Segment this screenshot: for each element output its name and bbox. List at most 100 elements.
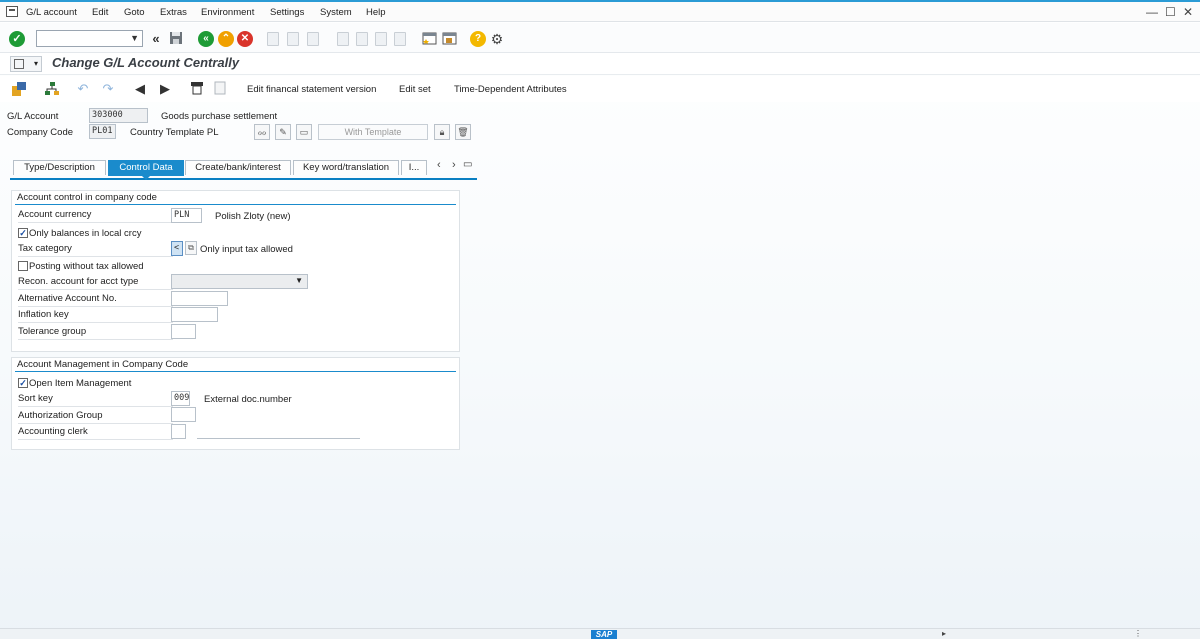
account-currency-field[interactable]: PLN: [171, 208, 202, 223]
gl-account-label: G/L Account: [7, 111, 59, 122]
recon-account-label: Recon. account for acct type: [18, 275, 173, 290]
gl-account-field[interactable]: 303000: [89, 108, 148, 123]
next-page-icon[interactable]: [375, 32, 387, 46]
menu-settings[interactable]: Settings: [270, 7, 304, 18]
new-session-icon[interactable]: [421, 31, 437, 47]
company-code-label: Company Code: [7, 127, 74, 138]
status-more-icon[interactable]: ⋮: [1134, 629, 1142, 638]
account-control-title: Account control in company code: [17, 192, 157, 203]
edit-fs-version-button[interactable]: Edit financal statement version: [247, 84, 376, 95]
last-page-icon[interactable]: [394, 32, 406, 46]
company-code-description: Country Template PL: [130, 127, 219, 138]
inflation-key-label: Inflation key: [18, 308, 173, 323]
save-icon[interactable]: [168, 31, 184, 47]
find-next-icon[interactable]: [307, 32, 319, 46]
status-play-icon[interactable]: ▸: [942, 629, 946, 638]
print-icon[interactable]: [267, 32, 279, 46]
other-object-icon[interactable]: [11, 81, 27, 97]
menu-gl-account[interactable]: G/L account: [26, 7, 77, 18]
sort-key-description: External doc.number: [204, 394, 292, 405]
open-item-checkbox[interactable]: ✓: [18, 378, 28, 388]
print-preview-icon[interactable]: [189, 81, 205, 97]
menu-system[interactable]: System: [320, 7, 352, 18]
hierarchy-icon[interactable]: [44, 81, 60, 97]
account-management-title: Account Management in Company Code: [17, 359, 189, 370]
back-icon[interactable]: «: [198, 31, 214, 47]
shortcut-icon[interactable]: [441, 31, 457, 47]
settings-icon[interactable]: ⚙: [489, 31, 505, 47]
prev-page-icon[interactable]: [356, 32, 368, 46]
posting-without-tax-label: Posting without tax allowed: [29, 261, 144, 272]
application-toolbar: ↶ ↷ ◀ ▶ Edit financal statement version …: [0, 76, 1200, 102]
accounting-clerk-field[interactable]: [171, 424, 186, 439]
undo-icon[interactable]: ↶: [75, 81, 91, 97]
title-menu-button[interactable]: ▾: [10, 56, 42, 72]
tab-scroll-left-icon[interactable]: ‹: [437, 159, 441, 171]
value-help-icon[interactable]: ⧉: [185, 241, 197, 255]
tab-create-bank-interest[interactable]: Create/bank/interest: [185, 160, 291, 175]
previous-icon[interactable]: ◀: [132, 81, 148, 97]
maximize-icon[interactable]: ☐: [1165, 6, 1176, 18]
check-icon[interactable]: ✓: [9, 31, 25, 47]
tab-strip: Type/Description Control Data Create/ban…: [10, 158, 477, 180]
authorization-group-label: Authorization Group: [18, 409, 173, 424]
edit-set-button[interactable]: Edit set: [399, 84, 431, 95]
minimize-icon[interactable]: —: [1146, 6, 1158, 18]
tab-scroll-right-icon[interactable]: ›: [452, 159, 456, 171]
pencil-icon[interactable]: ✎: [275, 124, 291, 140]
chevron-down-icon: ▾: [33, 59, 38, 68]
recon-account-select[interactable]: ▼: [171, 274, 308, 289]
menu-help[interactable]: Help: [366, 7, 386, 18]
document-icon[interactable]: [212, 81, 228, 97]
menu-environment[interactable]: Environment: [201, 7, 254, 18]
redo-icon[interactable]: ↷: [100, 81, 116, 97]
back-double-icon[interactable]: «: [148, 31, 164, 47]
accounting-clerk-label: Accounting clerk: [18, 425, 173, 440]
with-template-button[interactable]: With Template: [318, 124, 428, 140]
open-item-label: Open Item Management: [29, 378, 132, 389]
group-divider: [15, 371, 456, 372]
only-balances-label: Only balances in local crcy: [29, 228, 142, 239]
menu-goto[interactable]: Goto: [124, 7, 145, 18]
sort-key-field[interactable]: 009: [171, 391, 190, 406]
create-document-icon[interactable]: ▭: [296, 124, 312, 140]
account-management-group: Account Management in Company Code ✓ Ope…: [11, 357, 460, 450]
chevron-down-icon[interactable]: ▼: [130, 33, 139, 43]
time-dependent-attributes-button[interactable]: Time-Dependent Attributes: [454, 84, 567, 95]
system-menu-icon[interactable]: [6, 6, 18, 17]
lock-icon[interactable]: 🔒︎: [434, 124, 450, 140]
help-icon[interactable]: ?: [470, 31, 486, 47]
first-page-icon[interactable]: [337, 32, 349, 46]
tolerance-group-field[interactable]: [171, 324, 196, 339]
account-control-group: Account control in company code Account …: [11, 190, 460, 352]
tax-category-label: Tax category: [18, 242, 173, 257]
posting-without-tax-checkbox[interactable]: [18, 261, 28, 271]
close-icon[interactable]: ✕: [1183, 6, 1193, 18]
display-glasses-icon[interactable]: ℴℴ: [254, 124, 270, 140]
menu-edit[interactable]: Edit: [92, 7, 108, 18]
menu-extras[interactable]: Extras: [160, 7, 187, 18]
tab-list-icon[interactable]: ▭: [463, 159, 472, 170]
trash-icon[interactable]: 🗑︎: [455, 124, 471, 140]
alt-account-field[interactable]: [171, 291, 228, 306]
exit-icon[interactable]: ⌃: [218, 31, 234, 47]
next-icon[interactable]: ▶: [157, 81, 173, 97]
authorization-group-field[interactable]: [171, 407, 196, 422]
only-balances-checkbox[interactable]: ✓: [18, 228, 28, 238]
company-code-field[interactable]: PL01: [89, 124, 116, 139]
tab-control-data[interactable]: Control Data: [108, 160, 184, 180]
sort-key-label: Sort key: [18, 392, 173, 407]
account-currency-label: Account currency: [18, 208, 173, 223]
find-icon[interactable]: [287, 32, 299, 46]
title-bar: ▾ Change G/L Account Centrally: [0, 53, 1200, 75]
tab-key-word-translation[interactable]: Key word/translation: [293, 160, 399, 175]
tab-type-description[interactable]: Type/Description: [13, 160, 106, 175]
page-title: Change G/L Account Centrally: [52, 55, 240, 70]
tolerance-group-label: Tolerance group: [18, 325, 173, 340]
menu-bar: G/L account Edit Goto Extras Environment…: [0, 2, 1200, 22]
inflation-key-field[interactable]: [171, 307, 218, 322]
tab-more[interactable]: I...: [401, 160, 427, 175]
cancel-icon[interactable]: ✕: [237, 31, 253, 47]
command-field[interactable]: ▼: [36, 30, 143, 47]
tax-category-field[interactable]: <: [171, 241, 183, 256]
